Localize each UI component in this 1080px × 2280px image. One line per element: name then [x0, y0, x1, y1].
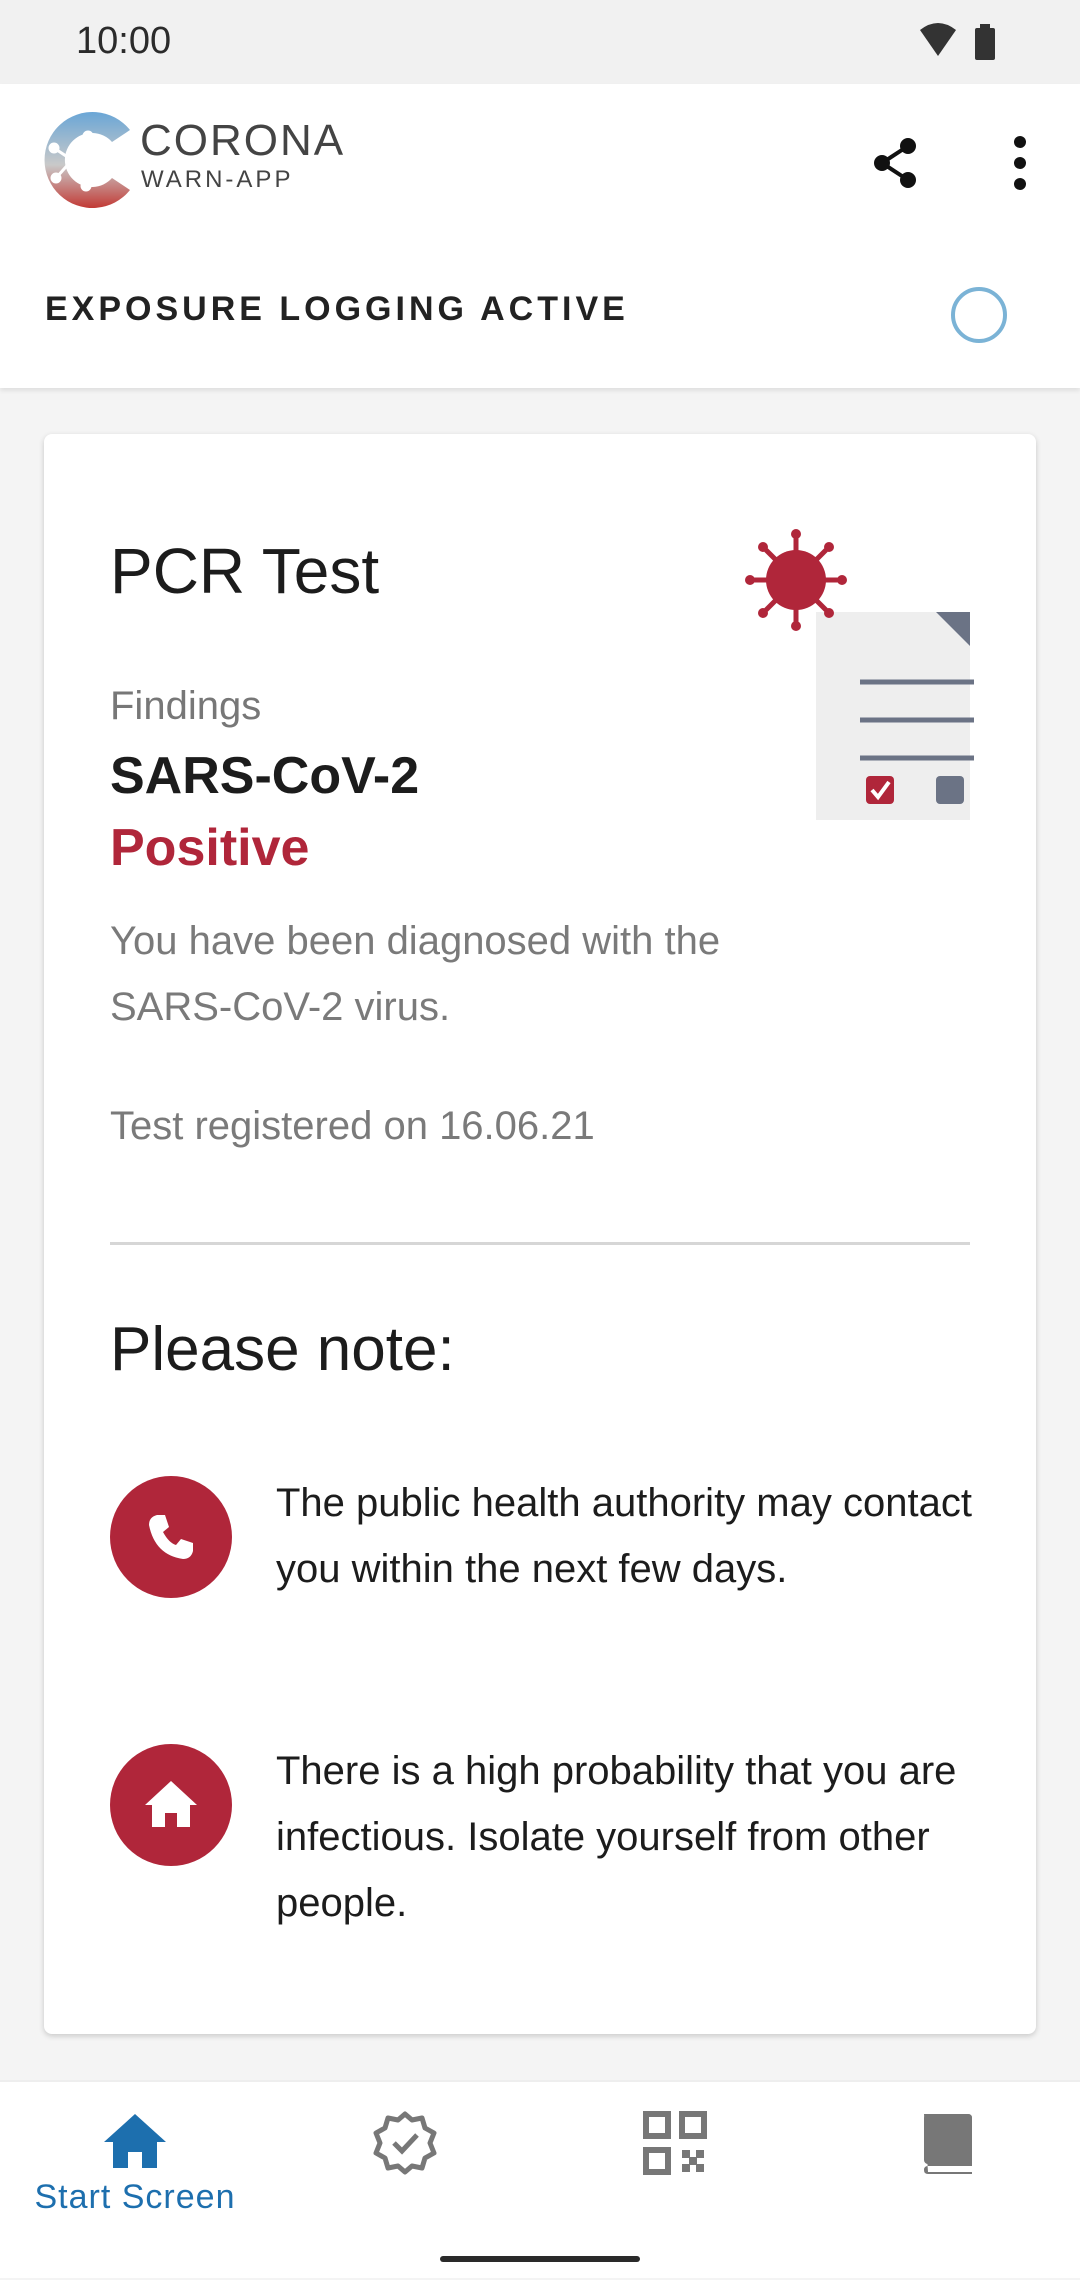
nav-contact-diary[interactable] — [810, 2082, 1080, 2278]
nav-scan-qr[interactable] — [540, 2082, 810, 2278]
test-result-card[interactable]: PCR Test Findings SARS-CoV-2 Positive Yo… — [44, 434, 1036, 2034]
diagnosis-text: You have been diagnosed with the SARS-Co… — [110, 919, 721, 1029]
test-result: Positive — [110, 819, 310, 877]
test-document-virus-icon — [745, 529, 974, 820]
screen: 10:00 CORONA WARN-APP EXPOSURE LOGGING A… — [0, 0, 1080, 2280]
virus-name: SARS-CoV-2 — [110, 747, 420, 805]
qr-code-icon — [643, 2111, 707, 2175]
nav-certificates[interactable] — [270, 2082, 540, 2278]
note-text-contact: The public health authority may contact … — [276, 1481, 972, 1591]
registration-date: Test registered on 16.06.21 — [110, 1104, 595, 1148]
home-icon — [104, 2114, 166, 2168]
home-icon — [110, 1744, 232, 1866]
phone-icon — [110, 1476, 232, 1598]
note-heading: Please note: — [110, 1315, 455, 1384]
certificate-check-icon — [373, 2111, 437, 2175]
divider — [110, 1242, 970, 1245]
share-button[interactable] — [860, 128, 930, 198]
wifi-icon — [920, 23, 956, 56]
bottom-navigation: Start Screen — [0, 2080, 1080, 2278]
status-bar: 10:00 — [0, 0, 1080, 84]
ring-icon — [951, 287, 1007, 343]
more-options-button[interactable] — [985, 128, 1055, 198]
status-icons — [920, 23, 995, 60]
share-icon — [874, 138, 916, 188]
corona-warn-app-logo — [44, 112, 131, 208]
note-text-isolate: There is a high probability that you are… — [276, 1749, 957, 1925]
battery-icon — [975, 24, 995, 60]
more-vert-icon — [1014, 136, 1026, 190]
home-indicator[interactable] — [440, 2256, 640, 2262]
status-time: 10:00 — [76, 20, 172, 62]
nav-label-start-screen: Start Screen — [34, 2178, 236, 2216]
nav-start-screen[interactable]: Start Screen — [0, 2082, 270, 2278]
diary-book-icon — [924, 2114, 972, 2174]
app-header: CORONA WARN-APP EXPOSURE LOGGING ACTIVE — [0, 84, 1080, 388]
logo-title: CORONA — [140, 116, 346, 165]
card-title: PCR Test — [110, 535, 380, 607]
findings-label: Findings — [110, 684, 262, 728]
exposure-logging-status[interactable]: EXPOSURE LOGGING ACTIVE — [45, 290, 629, 329]
logo-subtitle: WARN-APP — [141, 166, 294, 193]
